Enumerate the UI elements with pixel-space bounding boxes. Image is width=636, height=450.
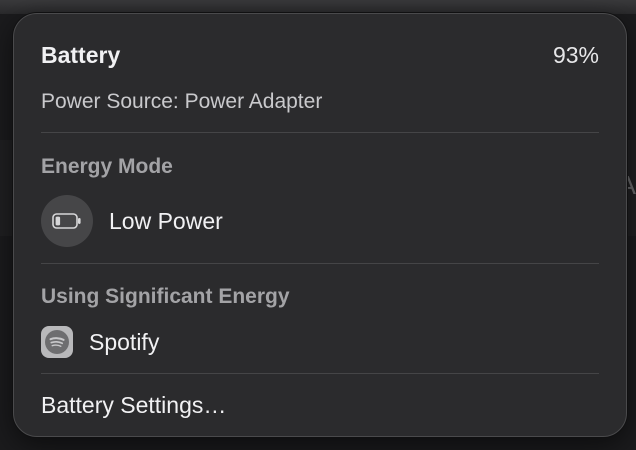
battery-title: Battery (41, 42, 121, 68)
power-source-label: Power Source: Power Adapter (41, 90, 323, 113)
spotify-icon (41, 326, 73, 358)
significant-energy-heading: Using Significant Energy (41, 285, 290, 308)
energy-mode-heading: Energy Mode (41, 155, 173, 178)
battery-menu-panel: Battery 93% Power Source: Power Adapter … (13, 13, 627, 437)
battery-percentage: 93% (552, 42, 599, 68)
low-power-mode-toggle[interactable]: Low Power (41, 195, 223, 247)
app-item-spotify[interactable]: Spotify (41, 325, 159, 359)
app-item-label: Spotify (89, 328, 160, 355)
divider (41, 263, 599, 264)
divider (41, 132, 599, 133)
divider (41, 373, 599, 374)
battery-low-power-icon[interactable] (41, 195, 93, 247)
battery-settings-menu-item[interactable]: Battery Settings… (41, 392, 599, 419)
low-power-label: Low Power (109, 207, 223, 234)
background-window-top (0, 0, 636, 14)
